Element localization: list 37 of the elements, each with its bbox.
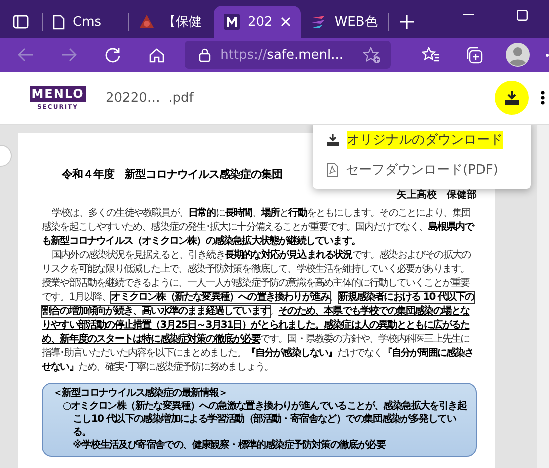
close-icon[interactable] (280, 17, 291, 27)
page-icon (53, 14, 65, 30)
browser-tab[interactable]: Cms (43, 6, 128, 38)
maximize-icon[interactable] (516, 10, 528, 20)
menu-item[interactable]: オリジナルのダウンロード (313, 125, 531, 155)
scrollbar[interactable] (537, 125, 549, 468)
lock-icon (198, 48, 211, 62)
browser-tab[interactable]: 【保健 (129, 6, 214, 38)
download-icon (505, 91, 519, 105)
triangle-logo-icon (139, 14, 155, 30)
menu-item[interactable]: セーフダウンロード(PDF) (313, 155, 531, 185)
add-favorite-icon[interactable] (363, 46, 382, 64)
browser-tab[interactable]: WEB色 (300, 6, 388, 38)
document-title: 令和４年度 新型コロナウイルス感染症の集団 (62, 167, 282, 182)
m-logo-icon (224, 14, 240, 30)
more-vertical-icon[interactable] (541, 91, 545, 105)
reload-icon[interactable] (105, 47, 122, 63)
info-box-title: ＜新型コロナウイルス感染症の最新情報＞ (53, 387, 229, 400)
collections-icon[interactable] (466, 46, 484, 64)
info-box-item: ○オミクロン株（新たな変異種）への急激な置き換わりが進んでいることが、感染急拡大を引き起こし10 代以下の感染増加による学習活動（部活動・寄宿舎など）での集団感染が多発している。 (63, 400, 468, 439)
info-box-note: ※学校生活及び寄宿舎での、健康観察・標準的感染症予防対策の徹底が必要 (73, 439, 388, 452)
tab-actions-icon[interactable] (13, 15, 29, 29)
paragraph: 学校は、多くの生徒や教職員が、日常的に長時間、場所と行動をともにします。そのことにより、集団感染を起こしやすいため、感染症の発生･拡大に十分備えることが重要です。国内だけでなく、島根県内でも新型コロナウイルス（オミクロン株）の感染急拡大状態が継続しています。 (42, 207, 476, 249)
minimize-icon[interactable] (462, 14, 474, 16)
pdf-file-icon (327, 163, 338, 177)
download-button[interactable] (495, 81, 529, 115)
new-tab-icon[interactable] (400, 15, 414, 29)
document-author: 矢上高校 保健部 (396, 188, 477, 202)
stripes-logo-icon (310, 15, 327, 29)
download-icon (327, 134, 339, 146)
favorites-icon[interactable] (422, 47, 440, 63)
avatar-icon[interactable] (506, 43, 530, 67)
more-icon[interactable] (546, 54, 549, 56)
home-icon[interactable] (148, 48, 165, 62)
file-name: 20220… .pdf (106, 90, 194, 106)
address-field[interactable]: https://safe.menl... (184, 41, 392, 69)
browser-tab[interactable]: 202 (214, 6, 301, 38)
